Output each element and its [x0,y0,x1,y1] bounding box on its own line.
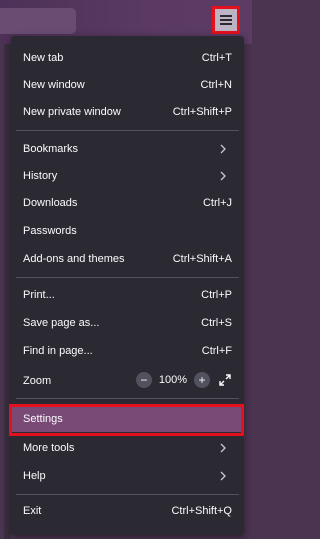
menu-item-zoom: Zoom − 100% + [11,367,244,394]
chevron-right-icon [220,171,226,181]
app-menu-panel: New tab Ctrl+T New window Ctrl+N New pri… [9,36,244,535]
menu-item-shortcut: Ctrl+T [201,51,232,64]
menu-item-label: History [23,169,58,182]
menu-item-shortcut: Ctrl+Shift+P [172,105,232,118]
menu-item-history[interactable]: History [11,162,244,189]
menu-item-find-in-page[interactable]: Find in page... Ctrl+F [11,337,244,364]
fullscreen-button[interactable] [216,371,234,389]
menu-item-shortcut: Ctrl+N [200,78,232,91]
menu-item-save-page-as[interactable]: Save page as... Ctrl+S [11,309,244,336]
menu-item-label: Print... [23,288,55,301]
menu-separator [16,398,239,399]
menu-item-print[interactable]: Print... Ctrl+P [11,281,244,308]
menu-item-label: New tab [23,51,64,64]
zoom-out-button[interactable]: − [135,372,152,388]
menu-item-shortcut: Ctrl+Shift+Q [171,504,232,517]
menu-item-downloads[interactable]: Downloads Ctrl+J [11,189,244,216]
menu-item-shortcut: Ctrl+F [201,344,232,357]
menu-item-passwords[interactable]: Passwords [11,217,244,244]
menu-item-label: Bookmarks [23,142,79,155]
address-bar[interactable] [0,8,76,34]
panel-shadow [4,44,11,539]
menu-item-new-window[interactable]: New window Ctrl+N [11,71,244,98]
menu-item-shortcut: Ctrl+Shift+A [172,252,232,265]
chevron-right-icon [220,443,226,453]
menu-item-addons-and-themes[interactable]: Add-ons and themes Ctrl+Shift+A [11,245,244,272]
menu-separator [16,277,239,278]
menu-item-label: Save page as... [23,316,100,329]
menu-item-settings[interactable]: Settings [9,404,244,436]
fullscreen-icon [219,374,231,386]
menu-item-label: Exit [23,504,42,517]
menu-item-exit[interactable]: Exit Ctrl+Shift+Q [11,497,244,524]
menu-item-label: New private window [23,105,121,118]
open-menu-button[interactable] [212,6,240,34]
menu-item-shortcut: Ctrl+S [201,316,232,329]
menu-separator [16,494,239,495]
hamburger-menu-icon [220,15,232,25]
menu-item-new-tab[interactable]: New tab Ctrl+T [11,44,244,71]
menu-item-label: Help [23,469,46,482]
menu-item-label: Find in page... [23,344,93,357]
menu-item-shortcut: Ctrl+P [201,288,232,301]
menu-separator [16,130,239,131]
menu-item-label: Settings [23,412,63,425]
menu-item-shortcut: Ctrl+J [202,196,232,209]
menu-item-label: New window [23,78,85,91]
menu-item-new-private-window[interactable]: New private window Ctrl+Shift+P [11,98,244,125]
chevron-right-icon [220,471,226,481]
zoom-reset-button[interactable]: 100% [159,374,187,386]
menu-item-label: Downloads [23,196,78,209]
zoom-in-button[interactable]: + [194,372,210,388]
menu-item-label: More tools [23,441,75,454]
menu-item-help[interactable]: Help [11,462,244,489]
menu-item-more-tools[interactable]: More tools [11,434,244,461]
menu-item-label: Add-ons and themes [23,252,125,265]
menu-item-bookmarks[interactable]: Bookmarks [11,135,244,162]
menu-item-label: Zoom [23,374,52,387]
chevron-right-icon [220,144,226,154]
menu-item-label: Passwords [23,224,77,237]
zoom-controls: − 100% + [135,371,234,389]
